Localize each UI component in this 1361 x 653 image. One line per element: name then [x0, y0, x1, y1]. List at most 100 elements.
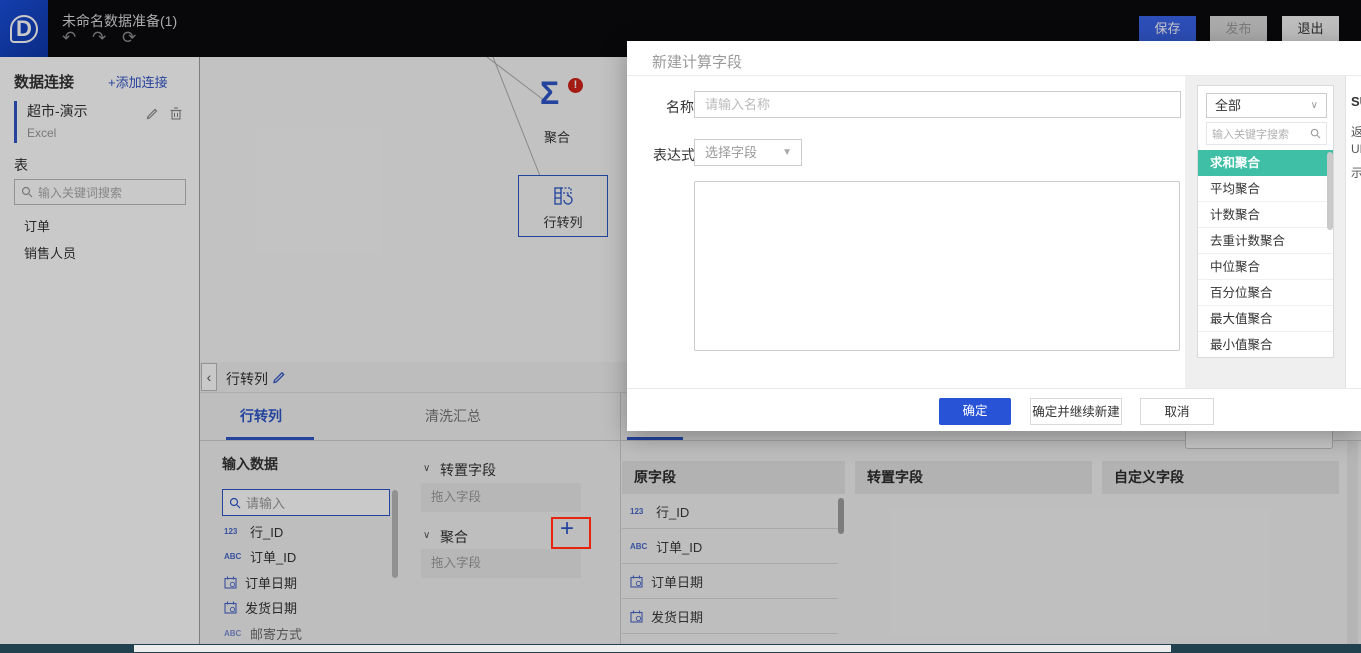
connection-name: 超市-演示 — [27, 101, 190, 121]
chevron-down-icon[interactable]: ∨ — [423, 530, 430, 541]
app-logo[interactable]: D — [0, 0, 48, 57]
number-type-icon: 123 — [224, 527, 242, 536]
function-list-scrollbar[interactable] — [1327, 152, 1333, 230]
function-item[interactable]: 计数聚合 — [1198, 202, 1334, 228]
connection-item[interactable]: 超市-演示 Excel — [14, 101, 190, 143]
orig-field-row[interactable]: 发货日期 — [622, 599, 838, 634]
aggregate-dropzone[interactable]: 拖入字段 — [421, 549, 581, 578]
list-scrollbar[interactable] — [392, 490, 398, 578]
input-field-row[interactable]: 发货日期 — [224, 598, 297, 617]
save-button[interactable]: 保存 — [1139, 16, 1196, 41]
orig-fields-scrollbar[interactable] — [838, 498, 844, 534]
chevron-down-icon: ∨ — [1311, 94, 1318, 117]
data-connection-sidebar: 数据连接 +添加连接 超市-演示 Excel 表 输入关键词搜索 订单 销售人员 — [0, 57, 200, 653]
tab-clean-summary[interactable]: 清洗汇总 — [425, 406, 481, 426]
search-icon — [21, 186, 33, 198]
bottom-window-edge — [0, 644, 1361, 653]
confirm-button[interactable]: 确定 — [939, 398, 1011, 425]
transpose-dropzone[interactable]: 拖入字段 — [421, 483, 581, 512]
redo-icon[interactable]: ↷ — [92, 28, 106, 48]
search-icon — [1310, 128, 1321, 139]
orig-fields-list: 123 行_ID ABC 订单_ID 订单日期 发货日期 — [622, 494, 838, 634]
aggregate-node-label: 聚合 — [544, 127, 570, 146]
field-search-input[interactable]: 请输入 — [222, 489, 390, 516]
function-item[interactable]: 去重计数聚合 — [1198, 228, 1334, 254]
date-type-icon — [224, 576, 237, 589]
new-calc-field-modal: 新建计算字段 名称 请输入名称 表达式 选择字段 ▼ 全部 ∨ 输入关键字搜索 … — [627, 41, 1361, 431]
rename-node-icon[interactable] — [272, 370, 286, 389]
pivot-icon — [552, 185, 574, 207]
function-description-panel: SUM 返回 UNIQUE 示例 — [1345, 76, 1361, 388]
input-field-row[interactable]: 123 行_ID — [224, 522, 283, 541]
orig-field-row[interactable]: 订单日期 — [622, 564, 838, 599]
expression-label: 表达式 — [653, 145, 695, 165]
delete-connection-icon[interactable] — [170, 107, 182, 125]
custom-fields-header: 自定义字段 — [1102, 461, 1339, 494]
add-connection-link[interactable]: +添加连接 — [108, 72, 168, 91]
orig-field-row[interactable]: ABC 订单_ID — [622, 529, 838, 564]
logo-d-icon: D — [10, 15, 38, 43]
name-label: 名称 — [666, 97, 694, 117]
panel-divider — [620, 393, 621, 645]
confirm-and-continue-button[interactable]: 确定并继续新建 — [1030, 398, 1122, 425]
collapse-panel-button[interactable]: ‹ — [201, 363, 217, 391]
page-scrollbar-track[interactable] — [1347, 441, 1358, 645]
input-field-row[interactable]: 订单日期 — [224, 573, 297, 592]
sigma-icon[interactable]: Σ — [540, 75, 559, 112]
orig-fields-header: 原字段 — [622, 461, 845, 494]
expression-editor[interactable] — [694, 181, 1180, 351]
bottom-scrollbar[interactable] — [134, 645, 1171, 652]
date-type-icon — [630, 575, 643, 588]
cancel-button[interactable]: 取消 — [1140, 398, 1214, 425]
refresh-icon[interactable]: ⟳ — [122, 28, 136, 48]
transpose-section-heading: 转置字段 — [440, 460, 496, 480]
text-type-icon: ABC — [224, 552, 242, 561]
data-connection-heading: 数据连接 — [14, 71, 74, 92]
date-type-icon — [630, 610, 643, 623]
function-item[interactable]: 百分位聚合 — [1198, 280, 1334, 306]
function-name: SUM — [1351, 94, 1361, 109]
name-input[interactable]: 请输入名称 — [694, 91, 1181, 118]
pivot-node-label: 行转列 — [519, 212, 607, 231]
transposed-fields-header: 转置字段 — [855, 461, 1092, 494]
tab-pivot[interactable]: 行转列 — [240, 406, 282, 426]
aggregate-section-heading: 聚合 — [440, 527, 468, 547]
date-type-icon — [224, 601, 237, 614]
aggregate-function-panel: 全部 ∨ 输入关键字搜索 求和聚合 平均聚合 计数聚合 去重计数聚合 中位聚合 … — [1197, 85, 1334, 358]
modal-title: 新建计算字段 — [652, 51, 742, 72]
chevron-down-icon: ▼ — [782, 140, 792, 165]
function-item[interactable]: 最大值聚合 — [1198, 306, 1334, 332]
pivot-node-selected[interactable]: 行转列 — [518, 175, 608, 237]
table-search-input[interactable]: 输入关键词搜索 — [14, 179, 186, 205]
select-field-dropdown[interactable]: 选择字段 ▼ — [694, 139, 802, 166]
sidebar-table-salespeople[interactable]: 销售人员 — [24, 243, 76, 262]
edit-connection-icon[interactable] — [146, 107, 159, 125]
document-title: 未命名数据准备(1) — [62, 11, 177, 31]
input-data-heading: 输入数据 — [222, 454, 278, 474]
field-search-placeholder: 请输入 — [246, 493, 285, 512]
text-type-icon: ABC — [630, 542, 648, 551]
function-list: 求和聚合 平均聚合 计数聚合 去重计数聚合 中位聚合 百分位聚合 最大值聚合 最… — [1198, 150, 1334, 358]
input-field-row[interactable]: ABC 邮寄方式 — [224, 624, 302, 643]
function-item-selected[interactable]: 求和聚合 — [1198, 150, 1334, 176]
function-search-input[interactable]: 输入关键字搜索 — [1206, 122, 1327, 145]
panel-node-title: 行转列 — [226, 369, 268, 389]
category-filter-dropdown[interactable]: 全部 ∨ — [1206, 93, 1327, 118]
connection-type: Excel — [27, 126, 190, 140]
number-type-icon: 123 — [630, 507, 648, 516]
function-item[interactable]: 中位聚合 — [1198, 254, 1334, 280]
function-item[interactable]: 平均聚合 — [1198, 176, 1334, 202]
publish-button[interactable]: 发布 — [1210, 16, 1267, 41]
chevron-down-icon[interactable]: ∨ — [423, 463, 430, 474]
app-root: D 未命名数据准备(1) ↶ ↷ ⟳ 保存 发布 退出 数据连接 +添加连接 超… — [0, 0, 1361, 653]
function-item[interactable]: 最小值聚合 — [1198, 332, 1334, 358]
table-search-placeholder: 输入关键词搜索 — [38, 184, 122, 201]
table-section-heading: 表 — [14, 155, 28, 175]
input-field-row[interactable]: ABC 订单_ID — [224, 547, 296, 566]
click-target-annotation — [551, 517, 591, 549]
undo-icon[interactable]: ↶ — [62, 28, 76, 48]
sidebar-table-orders[interactable]: 订单 — [24, 216, 50, 235]
error-badge: ! — [568, 78, 583, 93]
orig-field-row[interactable]: 123 行_ID — [622, 494, 838, 529]
exit-button[interactable]: 退出 — [1282, 16, 1339, 41]
